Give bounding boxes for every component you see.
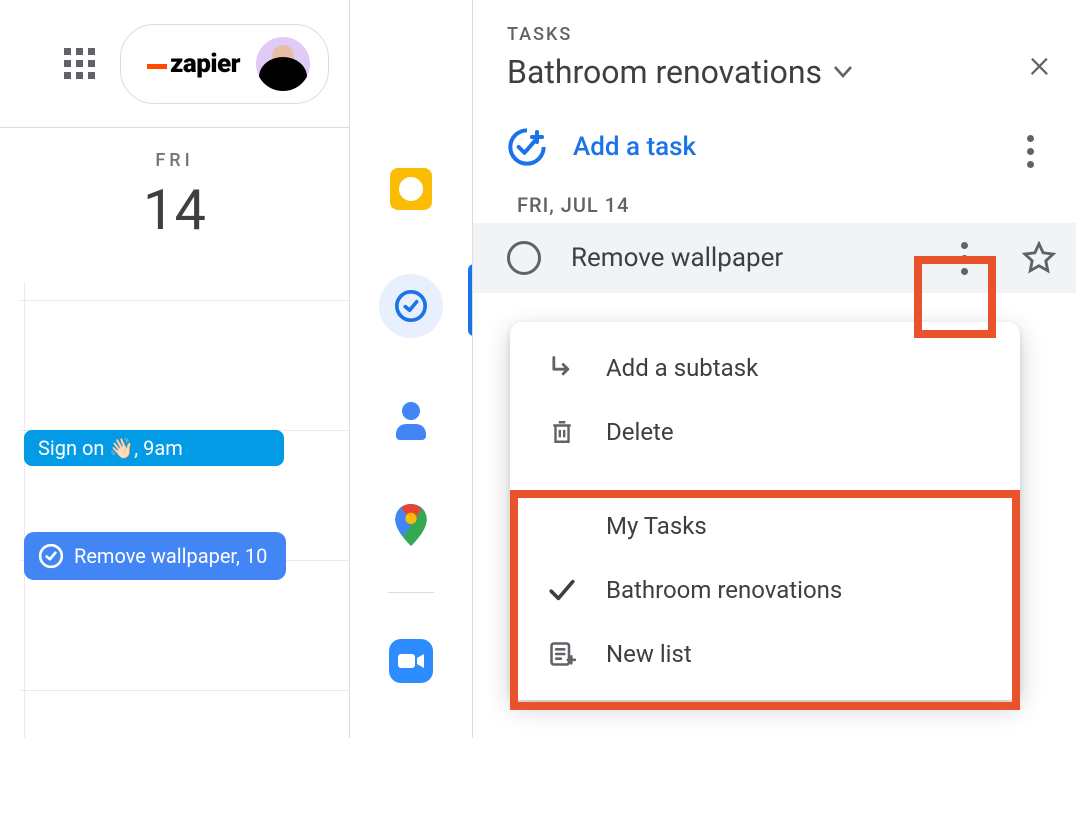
close-button[interactable]: × — [1029, 44, 1050, 84]
add-task-button[interactable]: Add a task — [573, 132, 696, 162]
day-of-week: FRI — [0, 150, 349, 171]
task-check-icon — [38, 543, 64, 569]
rail-divider — [388, 592, 434, 593]
menu-list-my-tasks[interactable]: My Tasks — [510, 494, 1020, 558]
zapier-logo: zapier — [147, 49, 240, 79]
subtask-icon — [546, 352, 578, 384]
event-sign-on[interactable]: Sign on 👋🏻, 9am — [24, 430, 284, 466]
menu-label: Delete — [606, 418, 674, 446]
contacts-icon[interactable] — [394, 402, 428, 440]
task-row[interactable]: Remove wallpaper — [473, 223, 1076, 293]
list-title: Bathroom renovations — [507, 53, 822, 91]
panel-label: TASKS — [507, 24, 1042, 45]
workspace-account-pill[interactable]: zapier — [120, 24, 329, 104]
task-context-menu: Add a subtask Delete My Tasks Bathroom r… — [510, 322, 1020, 700]
avatar — [256, 37, 310, 91]
menu-add-subtask[interactable]: Add a subtask — [510, 336, 1020, 400]
top-bar: zapier — [0, 0, 349, 128]
side-rail — [350, 0, 472, 738]
menu-new-list[interactable]: New list — [510, 622, 1020, 686]
add-task-icon[interactable] — [507, 127, 547, 167]
event-label: Sign on 👋🏻, 9am — [38, 436, 183, 460]
task-title: Remove wallpaper — [571, 243, 783, 273]
menu-label: New list — [606, 640, 692, 668]
task-date-header: FRI, JUL 14 — [473, 187, 1076, 223]
maps-icon[interactable] — [395, 504, 427, 546]
check-icon — [546, 574, 578, 606]
trash-icon — [546, 416, 578, 448]
tasks-icon[interactable] — [379, 274, 443, 338]
menu-label: Add a subtask — [606, 354, 758, 382]
chevron-down-icon — [834, 66, 852, 78]
calendar-pane: zapier FRI 14 Sign on 👋🏻, 9am Remove wal… — [0, 0, 350, 738]
menu-label: My Tasks — [606, 512, 707, 540]
menu-delete[interactable]: Delete — [510, 400, 1020, 464]
day-header: FRI 14 — [0, 128, 349, 243]
zoom-icon[interactable] — [389, 639, 433, 683]
menu-list-current[interactable]: Bathroom renovations — [510, 558, 1020, 622]
list-options-button[interactable] — [1027, 135, 1034, 168]
menu-label: Bathroom renovations — [606, 576, 842, 604]
star-button[interactable] — [1022, 241, 1056, 275]
keep-icon[interactable] — [390, 168, 432, 210]
list-picker[interactable]: Bathroom renovations — [507, 53, 1042, 91]
axis-line — [24, 282, 25, 738]
task-options-button[interactable] — [961, 242, 968, 275]
new-list-icon — [546, 638, 578, 670]
day-number: 14 — [0, 177, 349, 243]
task-complete-toggle[interactable] — [507, 241, 541, 275]
event-label: Remove wallpaper, 10 — [74, 544, 267, 568]
event-remove-wallpaper[interactable]: Remove wallpaper, 10 — [24, 532, 286, 580]
apps-launcher-icon[interactable] — [64, 48, 96, 80]
